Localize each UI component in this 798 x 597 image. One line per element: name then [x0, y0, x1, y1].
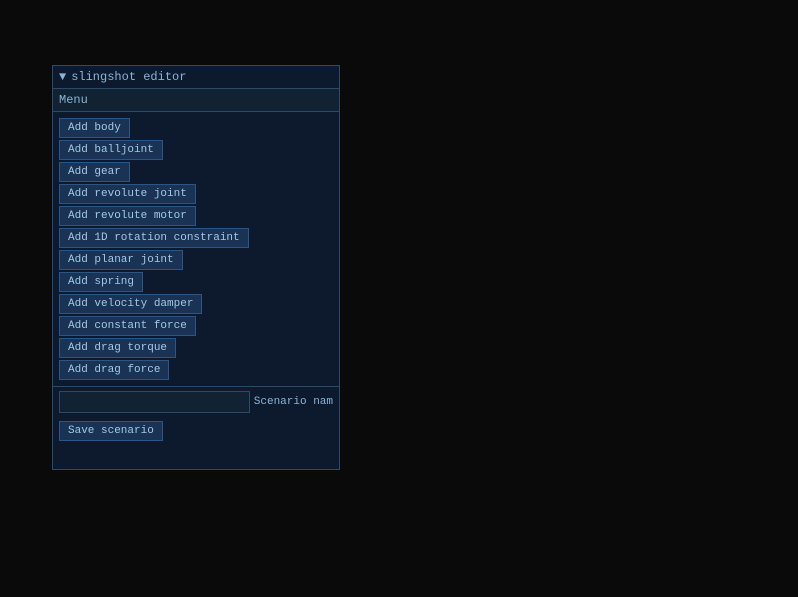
panel-bottom-space [53, 449, 339, 469]
add-drag-force-button[interactable]: Add drag force [59, 360, 169, 380]
add-1d-rotation-button[interactable]: Add 1D rotation constraint [59, 228, 249, 248]
buttons-area: Add bodyAdd balljointAdd gearAdd revolut… [53, 112, 339, 386]
add-revolute-joint-button[interactable]: Add revolute joint [59, 184, 196, 204]
save-scenario-button[interactable]: Save scenario [59, 421, 163, 441]
add-drag-torque-button[interactable]: Add drag torque [59, 338, 176, 358]
collapse-icon: ▼ [59, 70, 66, 84]
add-planar-joint-button[interactable]: Add planar joint [59, 250, 183, 270]
add-constant-force-button[interactable]: Add constant force [59, 316, 196, 336]
add-spring-button[interactable]: Add spring [59, 272, 143, 292]
menu-label: Menu [59, 93, 88, 107]
add-revolute-motor-button[interactable]: Add revolute motor [59, 206, 196, 226]
editor-panel: ▼ slingshot editor Menu Add bodyAdd ball… [52, 65, 340, 470]
menu-bar[interactable]: Menu [53, 89, 339, 112]
add-balljoint-button[interactable]: Add balljoint [59, 140, 163, 160]
scenario-input[interactable] [59, 391, 250, 413]
panel-header: ▼ slingshot editor [53, 66, 339, 89]
add-body-button[interactable]: Add body [59, 118, 130, 138]
panel-title: slingshot editor [71, 70, 186, 84]
scenario-row: Scenario nam [53, 386, 339, 417]
scenario-label: Scenario nam [254, 396, 333, 408]
add-velocity-damper-button[interactable]: Add velocity damper [59, 294, 202, 314]
save-row: Save scenario [53, 417, 339, 449]
add-gear-button[interactable]: Add gear [59, 162, 130, 182]
